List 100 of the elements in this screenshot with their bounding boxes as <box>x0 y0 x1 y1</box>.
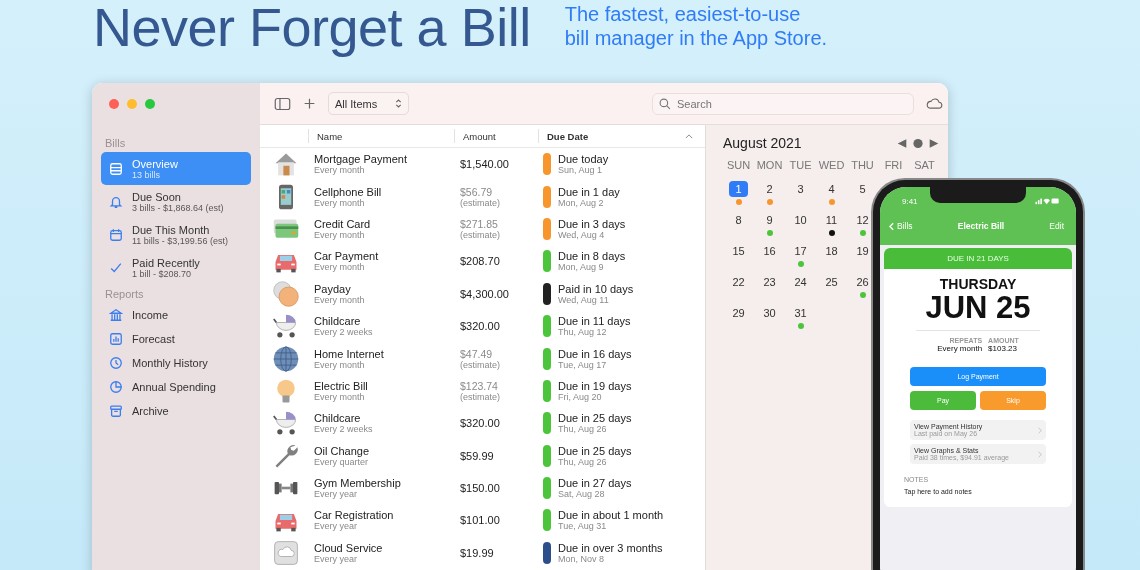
calendar-day[interactable]: 24 <box>791 274 810 290</box>
fact-value: Every month <box>937 344 983 353</box>
due-status: Due in 25 days <box>558 412 632 425</box>
sidebar-item[interactable]: Due This Month 11 bills - $3,199.56 (est) <box>101 218 251 251</box>
sidebar-item[interactable]: Monthly History <box>101 351 251 375</box>
due-status: Due in 1 day <box>558 185 620 198</box>
bill-name: Car Registration <box>314 509 395 522</box>
bill-amount: $59.99 <box>460 449 495 462</box>
calendar-day[interactable]: 5 <box>853 181 872 197</box>
due-date: Sat, Aug 28 <box>558 489 606 500</box>
weekday-label: TUE <box>788 159 813 173</box>
weekday-label: SAT <box>913 159 936 173</box>
sidebar-item[interactable]: Income <box>101 303 251 327</box>
weekday-label: THU <box>850 159 875 173</box>
due-status: Due today <box>558 153 609 166</box>
bill-repeat: Every month <box>314 294 366 305</box>
add-icon[interactable] <box>303 97 316 110</box>
cloud-icon <box>272 538 300 567</box>
calendar-day[interactable]: 8 <box>729 212 748 228</box>
weekday-label: FRI <box>883 159 904 173</box>
due-date: Wed, Aug 11 <box>558 294 610 305</box>
due-status: Due in 3 days <box>558 217 626 230</box>
bill-repeat: Every 2 weeks <box>314 424 374 435</box>
due-status: Due in about 1 month <box>558 509 664 522</box>
next-icon[interactable] <box>928 137 940 149</box>
bill-name: Oil Change <box>314 444 371 457</box>
calendar-day[interactable]: 4 <box>822 181 841 197</box>
bill-name: Mortgage Payment <box>314 153 408 166</box>
column-header[interactable]: Amount <box>455 129 539 143</box>
column-header[interactable]: Due Date <box>539 129 705 143</box>
chevron-icon <box>395 98 403 109</box>
sidebar-item[interactable]: Paid Recently 1 bill - $208.70 <box>101 251 251 284</box>
screen-title: Electric Bill <box>957 221 1005 231</box>
previous-icon[interactable] <box>896 137 908 149</box>
due-status: Due in 25 days <box>558 444 632 457</box>
calendar-day[interactable]: 10 <box>791 212 810 228</box>
calendar-day[interactable]: 12 <box>853 212 872 228</box>
calendar-icon <box>109 227 123 242</box>
bill-amount: $320.00 <box>460 320 501 333</box>
due-date: Sun, Aug 1 <box>558 165 604 176</box>
sidebar-item[interactable]: Forecast <box>101 327 251 351</box>
pie-icon <box>109 380 123 394</box>
due-date: Tue, Aug 17 <box>558 359 608 370</box>
calendar-day[interactable]: 30 <box>760 305 779 321</box>
due-status: Paid in 10 days <box>558 282 634 295</box>
calendar-day[interactable]: 2 <box>760 181 779 197</box>
calendar-day[interactable]: 9 <box>760 212 779 228</box>
bill-name: Payday <box>314 282 352 295</box>
bill-repeat: Every month <box>314 262 365 273</box>
calendar-day[interactable]: 26 <box>853 274 872 290</box>
due-date: Thu, Aug 12 <box>558 327 608 338</box>
clock-icon <box>109 356 123 370</box>
bill-repeat: Every month <box>314 197 366 208</box>
due-status: Due in 8 days <box>558 250 626 263</box>
bill-name: Credit Card <box>314 217 372 230</box>
due-date-large: JUN 25 <box>924 292 1032 324</box>
month-title: August 2021 <box>723 135 803 151</box>
bank-icon <box>109 308 123 322</box>
bill-amount: $1,540.00 <box>460 158 510 171</box>
due-weekday: THURSDAY <box>938 276 1018 292</box>
sidebar-item[interactable]: Archive <box>101 399 251 423</box>
cloud-icon[interactable] <box>926 97 943 110</box>
bill-name: Cellphone Bill <box>314 185 383 198</box>
calendar-day[interactable]: 22 <box>729 274 748 290</box>
calendar-day[interactable]: 18 <box>822 243 841 259</box>
calendar-day[interactable]: 3 <box>791 181 810 197</box>
bill-repeat: Every month <box>314 229 366 240</box>
calendar-day[interactable]: 25 <box>822 274 841 290</box>
calendar-day[interactable]: 23 <box>760 274 779 290</box>
search-field[interactable]: Search <box>652 92 914 115</box>
calendar-day[interactable]: 15 <box>729 243 748 259</box>
sort-caret-icon <box>685 133 693 139</box>
list-icon <box>109 161 123 176</box>
due-date: Mon, Nov 8 <box>558 553 606 564</box>
sidebar-toggle-icon[interactable] <box>274 96 291 111</box>
calendar-day[interactable]: 29 <box>729 305 748 321</box>
bill-name: Gym Membership <box>314 477 402 490</box>
sidebar-item[interactable]: Annual Spending <box>101 375 251 399</box>
bill-amount: $271.85 <box>460 217 499 230</box>
bill-amount: $123.74 <box>460 379 499 392</box>
due-date: Thu, Aug 26 <box>558 456 608 467</box>
sidebar-item[interactable]: Due Soon 3 bills - $1,868.64 (est) <box>101 185 251 218</box>
calendar-day[interactable]: 16 <box>760 243 779 259</box>
due-status: Due in over 3 months <box>558 541 663 554</box>
bill-repeat: Every year <box>314 489 358 500</box>
calendar-day[interactable]: 17 <box>791 243 810 259</box>
due-date: Fri, Aug 20 <box>558 391 603 402</box>
bill-amount: $56.79 <box>460 185 494 198</box>
calendar-day[interactable]: 1 <box>729 181 748 197</box>
filter-dropdown[interactable]: All Items <box>328 92 410 115</box>
bill-repeat: Every year <box>314 521 358 532</box>
today-icon[interactable] <box>912 137 924 149</box>
calendar-day[interactable]: 11 <box>822 212 841 228</box>
column-header[interactable]: Name <box>309 129 455 143</box>
status-time: 9:41 <box>902 196 918 206</box>
bill-name: Childcare <box>314 412 362 425</box>
bill-amount: $19.99 <box>460 546 495 559</box>
calendar-day[interactable]: 31 <box>791 305 810 321</box>
calendar-day[interactable]: 19 <box>853 243 872 259</box>
tagline: The fastest, easiest-to-use <box>564 2 802 26</box>
